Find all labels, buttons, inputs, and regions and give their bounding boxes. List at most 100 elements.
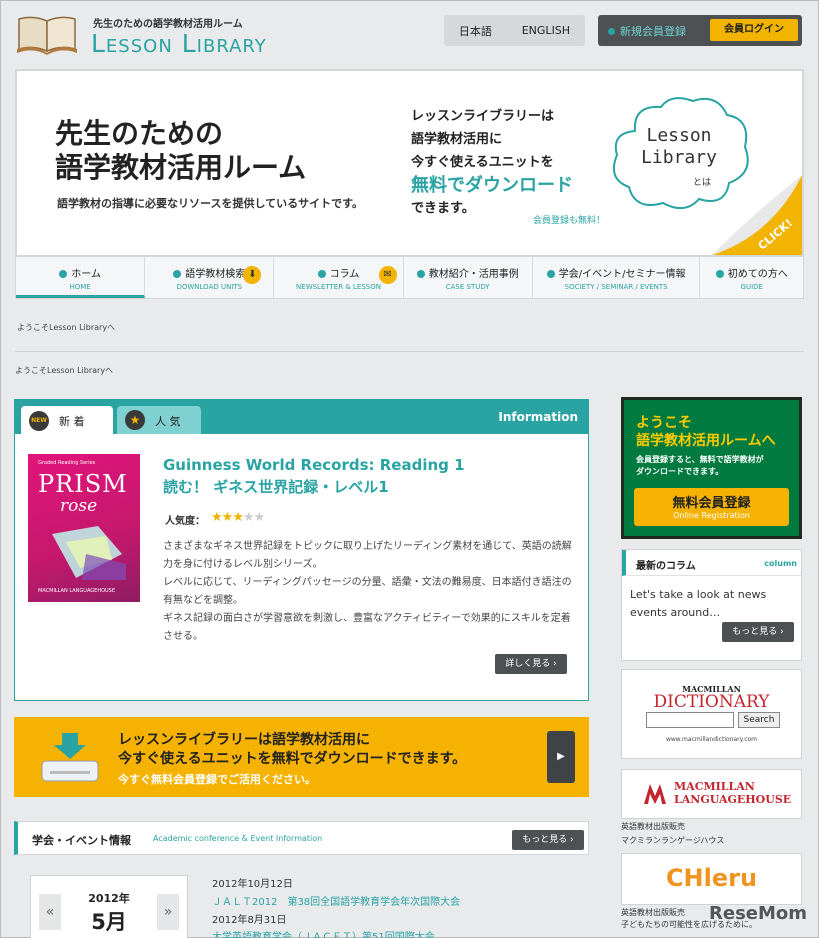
nav-sublabel: NEWSLETTER & LESSON bbox=[296, 283, 381, 291]
macmillan-banner[interactable]: MACMILLAN LANGUAGEHOUSE bbox=[621, 769, 802, 819]
nav-item-home[interactable]: ホーム HOME bbox=[16, 257, 146, 298]
hero-subtitle: 語学教材の指導に必要なリソースを提供しているサイトです。 bbox=[57, 197, 364, 210]
new-badge-icon: NEW bbox=[29, 411, 49, 431]
banner-cta-text: 今すぐ無料会員登録でご活用ください。 bbox=[118, 773, 316, 786]
promo-desc-line: 会員登録すると、無料で語学教材が bbox=[636, 455, 764, 464]
book-publisher: MACMILLAN LANGUAGEHOUSE bbox=[38, 588, 116, 594]
lang-ja-link[interactable]: 日本語 bbox=[459, 23, 492, 39]
chieru-caption: 英語教材出版販売 bbox=[621, 908, 685, 917]
play-arrow-icon[interactable]: ▶ bbox=[547, 731, 575, 783]
chieru-logo: CHleru bbox=[665, 864, 758, 892]
divider bbox=[15, 351, 804, 352]
registration-promo[interactable]: ようこそ 語学教材活用ルームへ 会員登録すると、無料で語学教材が ダウンロードで… bbox=[621, 397, 802, 539]
nav-sublabel: DOWNLOAD UNITS bbox=[176, 283, 243, 291]
download-drive-icon bbox=[41, 733, 99, 782]
macmillan-logo-text: MACMILLAN LANGUAGEHOUSE bbox=[674, 780, 791, 806]
site-tagline: 先生のための語学教材活用ルーム bbox=[93, 19, 243, 30]
feature-title-ja[interactable]: 読む！ ギネス世界記録・レベル1 bbox=[163, 476, 465, 498]
column-excerpt[interactable]: Let's take a look at news events around… bbox=[630, 586, 795, 622]
column-more-button[interactable]: もっと見る › bbox=[722, 622, 794, 642]
event-link[interactable]: ＪＡＬＴ2012 第38回全国語学教育学会年次国際大会 bbox=[212, 893, 460, 908]
info-label: Information bbox=[498, 410, 578, 424]
macmillan-line: LANGUAGEHOUSE bbox=[674, 793, 792, 806]
nav-item-case-study[interactable]: 教材紹介・活用事例 CASE STUDY bbox=[404, 257, 533, 298]
hero-title-line: 語学教材活用ルーム bbox=[55, 151, 307, 184]
dictionary-search-input[interactable] bbox=[646, 712, 734, 728]
lang-en-link[interactable]: ENGLISH bbox=[522, 24, 570, 37]
chevron-right-icon: › bbox=[780, 627, 784, 637]
more-label: もっと見る bbox=[732, 627, 778, 637]
watermark-logo: ReseMom bbox=[709, 903, 808, 924]
nav-item-events[interactable]: 学会/イベント/セミナー情報 SOCIETY / SEMINAR / EVENT… bbox=[533, 257, 701, 298]
hero-desc-line: レッスンライブラリーは bbox=[411, 109, 555, 124]
banner-line: 今すぐ使えるユニットを無料でダウンロードできます。 bbox=[118, 751, 467, 767]
member-box: 新規会員登録 会員ログイン bbox=[598, 15, 802, 46]
promo-line: ようこそ bbox=[636, 415, 692, 431]
events-subtitle: Academic conference & Event Information bbox=[153, 834, 323, 843]
cloud-small-label: とは bbox=[693, 178, 712, 188]
book-artwork bbox=[52, 526, 126, 580]
tab-label: 人 気 bbox=[155, 415, 181, 428]
feature-title-en[interactable]: Guinness World Records: Reading 1 bbox=[163, 454, 465, 476]
banner-line: レッスンライブラリーは語学教材活用に bbox=[118, 732, 370, 748]
nav-label: ホーム bbox=[16, 265, 144, 280]
tab-label: 新 着 bbox=[59, 415, 85, 428]
calendar-next-button[interactable]: » bbox=[157, 894, 179, 930]
hero-description: レッスンライブラリーは 語学教材活用に 今すぐ使えるユニットを 無料でダウンロー… bbox=[411, 105, 573, 220]
register-link[interactable]: 新規会員登録 bbox=[608, 23, 686, 39]
nav-sublabel: CASE STUDY bbox=[445, 283, 490, 291]
tab-popular[interactable]: ★ 人 気 bbox=[117, 406, 201, 434]
hero-desc-line: 今すぐ使えるユニットを bbox=[411, 155, 554, 170]
column-header: 最新のコラム column bbox=[622, 550, 801, 576]
macmillan-logo-icon bbox=[644, 784, 666, 804]
star-filled-icon: ★ bbox=[211, 510, 223, 525]
promo-desc-line: ダウンロードできます。 bbox=[636, 467, 724, 476]
envelope-icon: ✉ bbox=[378, 266, 397, 284]
events-more-button[interactable]: もっと見る › bbox=[512, 830, 584, 850]
description-paragraph: ギネス記録の面白さが学習意欲を刺激し、豊富なアクティビティーで効果的にスキルを定… bbox=[163, 613, 571, 642]
feature-description: さまざまなギネス世界記録をトピックに取り上げたリーディング素材を通じて、英語の読… bbox=[163, 538, 573, 646]
nav-sublabel: GUIDE bbox=[740, 283, 763, 291]
page-frame: 先生のための語学教材活用ルーム Lesson Library 日本語 ENGLI… bbox=[0, 0, 819, 938]
chevron-right-icon: › bbox=[553, 659, 557, 669]
star-filled-icon: ★ bbox=[221, 510, 234, 525]
details-button[interactable]: 詳しく見る › bbox=[495, 654, 567, 674]
breadcrumb: ようこそLesson Libraryへ bbox=[17, 323, 116, 332]
book-cover[interactable]: Graded Reading Series PRISM rose MACMILL… bbox=[28, 454, 140, 602]
dictionary-url[interactable]: www.macmillandictionary.com bbox=[622, 736, 801, 743]
register-button-label: 無料会員登録 bbox=[672, 496, 751, 511]
nav-sublabel: SOCIETY / SEMINAR / EVENTS bbox=[564, 283, 668, 291]
star-icon: ★ bbox=[125, 410, 145, 430]
site-logo[interactable]: Lesson Library bbox=[91, 29, 267, 58]
star-empty-icon: ★ bbox=[253, 510, 266, 525]
chieru-banner[interactable]: CHleru bbox=[621, 853, 802, 905]
dictionary-logo[interactable]: DICTIONARY bbox=[622, 692, 801, 712]
macmillan-caption: マクミランランゲージハウス bbox=[621, 836, 725, 845]
book-series: Graded Reading Series bbox=[38, 460, 96, 466]
more-label: もっと見る bbox=[522, 835, 568, 845]
event-calendar: « 2012年 5月 » bbox=[30, 875, 188, 938]
promo-description: 会員登録すると、無料で語学教材が ダウンロードできます。 bbox=[636, 454, 764, 478]
book-subtitle: rose bbox=[60, 496, 98, 516]
download-banner[interactable]: レッスンライブラリーは語学教材活用に 今すぐ使えるユニットを無料でダウンロードで… bbox=[14, 717, 589, 797]
star-filled-icon: ★ bbox=[232, 510, 244, 525]
book-title: PRISM bbox=[38, 470, 128, 498]
free-register-button[interactable]: 無料会員登録 Online Registration bbox=[634, 488, 789, 526]
hero-banner[interactable]: 先生のための 語学教材活用ルーム 語学教材の指導に必要なリソースを提供しているサ… bbox=[15, 69, 804, 257]
event-date: 2012年10月12日 bbox=[212, 879, 293, 890]
nav-item-column[interactable]: コラム NEWSLETTER & LESSON ✉ bbox=[274, 257, 404, 298]
nav-label: 学会/イベント/セミナー情報 bbox=[533, 265, 700, 280]
dictionary-search-button[interactable]: Search bbox=[738, 712, 780, 728]
tab-new[interactable]: NEW 新 着 bbox=[21, 406, 113, 436]
language-switcher: 日本語 ENGLISH bbox=[444, 15, 585, 46]
login-button[interactable]: 会員ログイン bbox=[710, 19, 798, 41]
event-link[interactable]: 大学英語教育学会（ＪＡＣＥＴ）第51回国際大会 bbox=[212, 928, 435, 938]
nav-item-guide[interactable]: 初めての方へ GUIDE bbox=[700, 257, 803, 298]
events-title: 学会・イベント情報 bbox=[32, 834, 131, 847]
nav-label: 教材紹介・活用事例 bbox=[404, 265, 532, 280]
book-logo-icon[interactable] bbox=[15, 13, 79, 55]
nav-item-download[interactable]: 語学教材検索 DOWNLOAD UNITS ⬇ bbox=[145, 257, 275, 298]
events-header: 学会・イベント情報 Academic conference & Event In… bbox=[14, 821, 589, 855]
cloud-line: Lesson bbox=[646, 125, 712, 146]
feature-title[interactable]: Guinness World Records: Reading 1 読む！ ギネ… bbox=[163, 454, 465, 498]
